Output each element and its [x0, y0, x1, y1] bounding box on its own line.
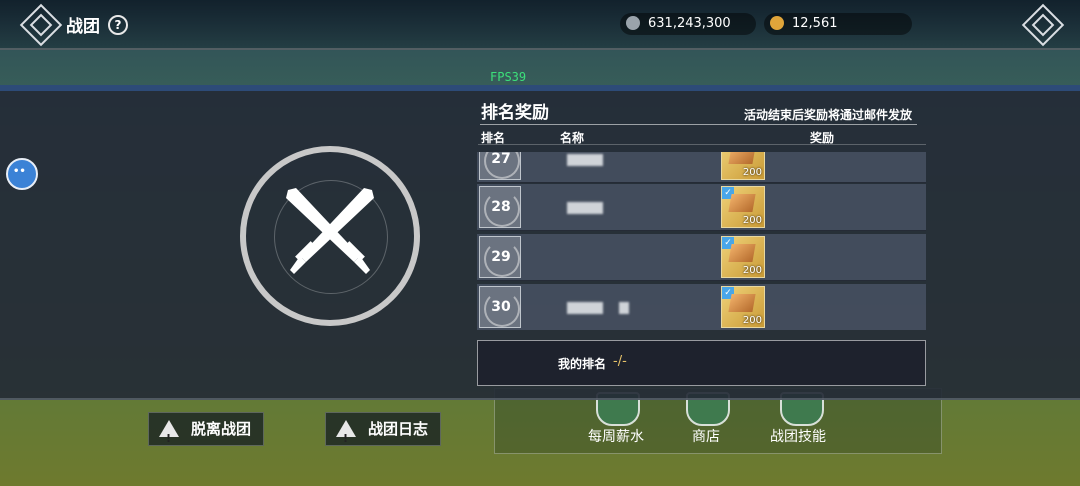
reward-item[interactable]: ✓ 200 [721, 286, 765, 328]
gold-gear-icon [770, 16, 784, 30]
guild-skill-button[interactable]: 战团技能 [758, 426, 838, 446]
fps-counter: FPS39 [490, 70, 527, 84]
chest-icon [728, 194, 756, 212]
silver-coin-icon [626, 16, 640, 30]
my-rank-value: -/- [613, 354, 627, 369]
chest-icon [728, 244, 756, 262]
ranking-row: 29 ✓ 200 [477, 234, 926, 281]
my-rank-bar: 我的排名 -/- [477, 340, 926, 386]
leave-guild-button[interactable]: 脱离战团 [148, 412, 265, 455]
ranking-row: 27 200 [477, 152, 926, 183]
reward-item[interactable]: ✓ 200 [721, 186, 765, 228]
back-button[interactable] [19, 3, 63, 47]
player-name-redacted [567, 154, 603, 166]
player-name-redacted [567, 302, 603, 314]
rank-badge: 29 [479, 236, 521, 278]
silver-amount: 631,243,300 [648, 16, 731, 31]
leave-guild-label: 脱离战团 [191, 420, 252, 438]
player-name-redacted [619, 302, 629, 314]
reward-item[interactable]: ✓ 200 [721, 236, 765, 278]
ranking-row: 28 ✓ 200 [477, 184, 926, 231]
guild-log-button[interactable]: 战团日志 [325, 412, 442, 455]
gold-currency: 12,561 [764, 13, 912, 35]
my-rank-label: 我的排名 [558, 357, 607, 371]
warning-icon [336, 420, 356, 455]
top-bar: 战团 ? 631,243,300 12,561 [0, 0, 1080, 50]
chest-icon [728, 152, 756, 164]
reward-item[interactable]: 200 [721, 152, 765, 180]
gold-amount: 12,561 [792, 16, 838, 31]
shop-button[interactable]: 商店 [666, 426, 746, 446]
rank-badge: 27 [479, 152, 521, 180]
page-title: 战团 [66, 17, 100, 37]
ranking-row: 30 ✓ 200 [477, 284, 926, 330]
silver-currency: 631,243,300 [620, 13, 756, 35]
chest-icon [728, 294, 756, 312]
floating-assistant-button[interactable]: •• [6, 158, 38, 190]
mail-notice: 活动结束后奖励将通过邮件发放 [743, 108, 912, 122]
warning-icon [159, 420, 179, 455]
panel-title: 排名奖励 [481, 103, 549, 123]
back-icon [29, 13, 53, 37]
home-icon [1031, 13, 1055, 37]
help-icon[interactable]: ? [108, 15, 128, 35]
crossed-swords-icon [286, 188, 374, 274]
weekly-salary-button[interactable]: 每周薪水 [576, 426, 656, 446]
player-name-redacted [567, 202, 603, 214]
ranking-list[interactable]: 27 200 28 ✓ 200 29 ✓ 200 30 ✓ 200 [477, 152, 926, 330]
home-button[interactable] [1021, 3, 1065, 47]
rank-badge: 30 [479, 286, 521, 328]
guild-log-label: 战团日志 [368, 420, 429, 438]
rank-badge: 28 [479, 186, 521, 228]
guild-crusade-emblem [240, 146, 420, 326]
